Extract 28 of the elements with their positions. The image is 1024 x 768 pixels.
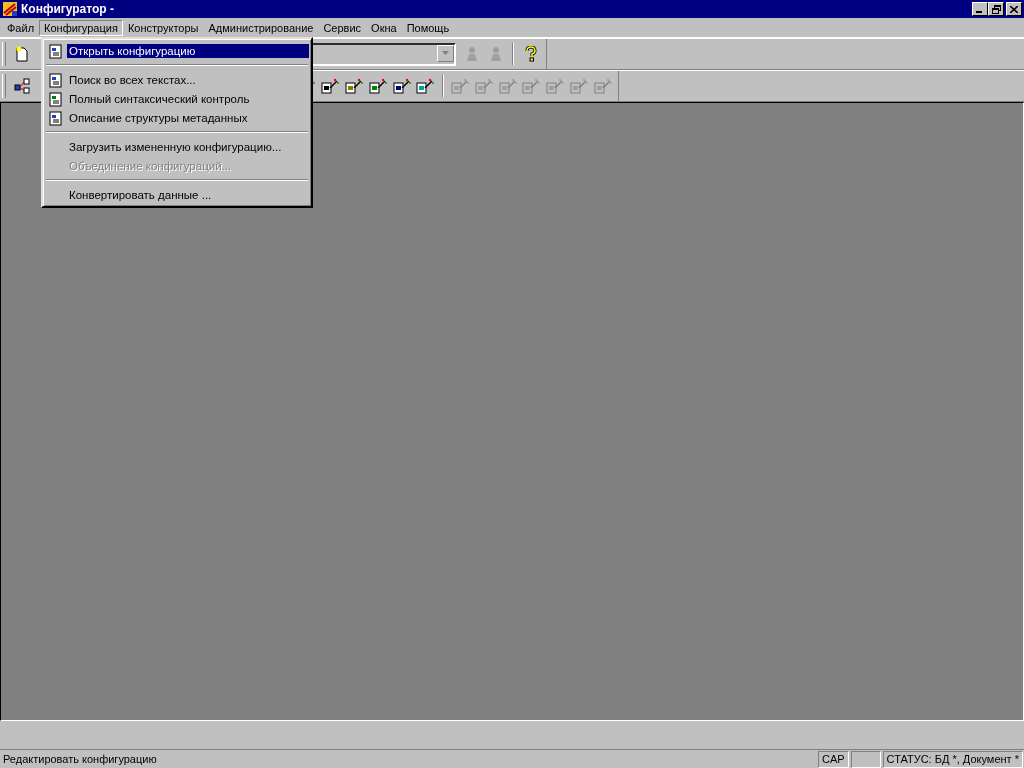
window-title: Конфигуратор - bbox=[21, 2, 115, 16]
restore-icon bbox=[991, 4, 1001, 14]
close-button[interactable] bbox=[1006, 2, 1022, 16]
close-icon bbox=[1010, 5, 1018, 13]
menu-item[interactable]: Загрузить измененную конфигурацию... bbox=[45, 137, 309, 156]
menu-item[interactable]: Помощь bbox=[401, 19, 455, 36]
menu-item[interactable]: Администрирование bbox=[203, 19, 319, 36]
status-indicator: CAP bbox=[817, 750, 849, 768]
status-message: Редактировать конфигурацию bbox=[2, 753, 158, 765]
menu-item-icon bbox=[48, 71, 64, 88]
menu-item[interactable]: Конвертировать данные ... bbox=[45, 185, 309, 204]
toolbar-grip[interactable] bbox=[2, 42, 6, 66]
menu-item[interactable]: Конфигурация bbox=[39, 19, 123, 36]
menu-item[interactable]: Полный синтаксический контроль bbox=[45, 89, 309, 108]
menu-item[interactable]: Описание структуры метаданных bbox=[45, 108, 309, 127]
menu-item-icon bbox=[48, 90, 64, 107]
toolbar-grip[interactable] bbox=[2, 74, 6, 98]
menu-item-icon bbox=[48, 42, 64, 59]
menu-item[interactable]: Сервис bbox=[318, 19, 367, 36]
minimize-button[interactable] bbox=[972, 2, 988, 16]
app-icon bbox=[2, 1, 18, 17]
restore-button[interactable] bbox=[988, 2, 1004, 16]
menu-item[interactable]: Конструкторы bbox=[122, 19, 204, 36]
menu-item[interactable]: Файл bbox=[2, 19, 40, 36]
menu-item[interactable]: Окна bbox=[366, 19, 402, 36]
menu-item-icon bbox=[48, 109, 64, 126]
status-indicator: СТАТУС: БД *, Документ * bbox=[882, 750, 1023, 768]
menu-item[interactable]: Поиск во всех текстах... bbox=[45, 70, 309, 89]
